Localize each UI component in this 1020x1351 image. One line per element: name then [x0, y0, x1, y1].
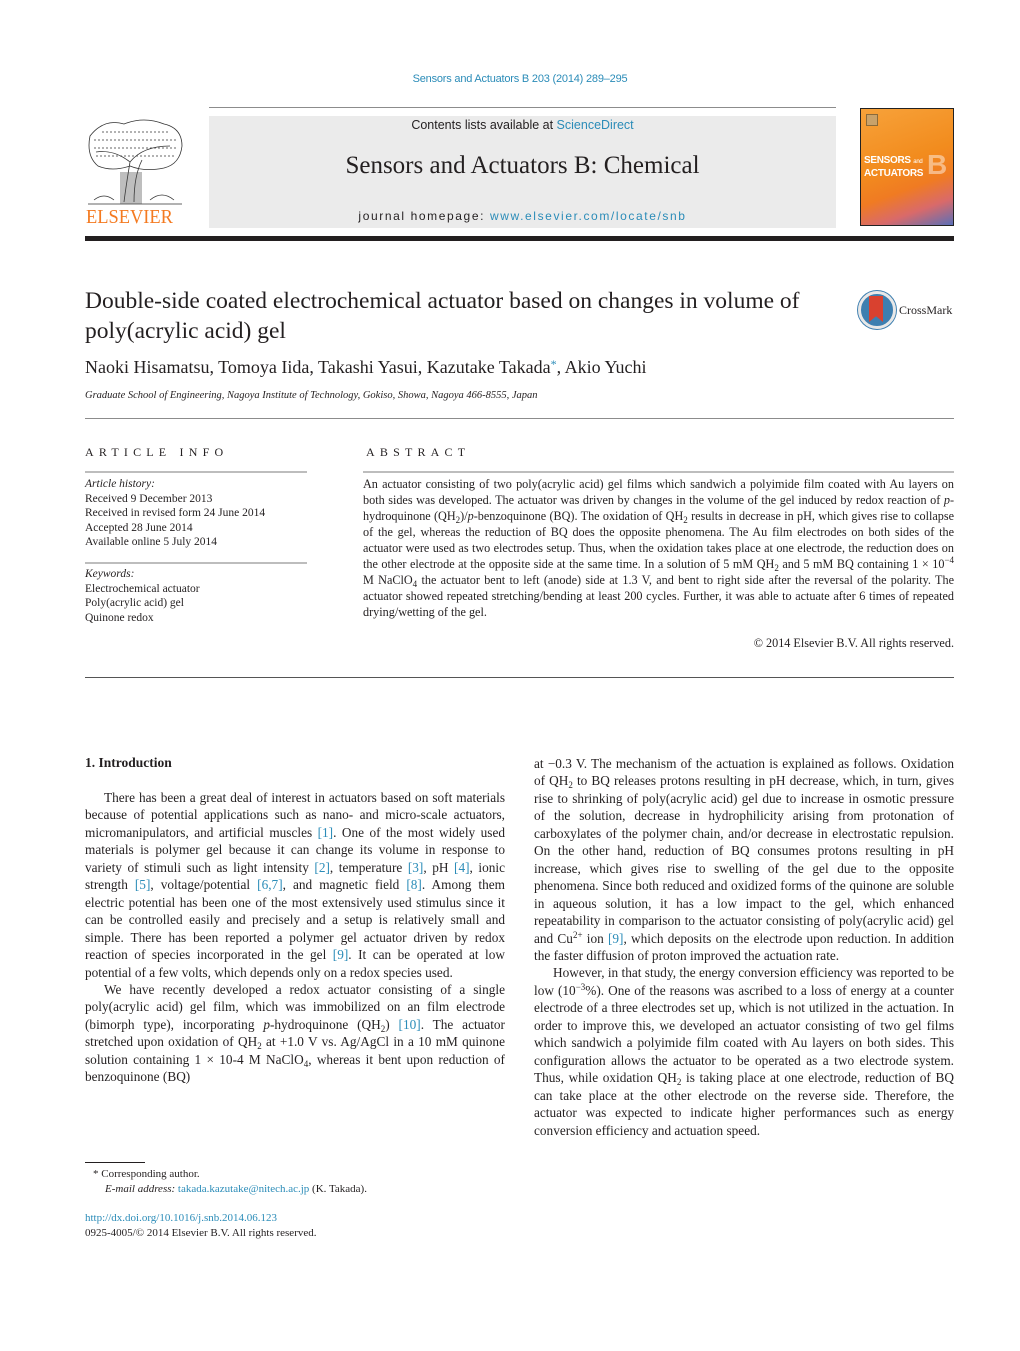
article-title: Double-side coated electrochemical actua… [85, 288, 800, 344]
abstract-rule [363, 471, 954, 473]
keyword-item: Quinone redox [85, 611, 154, 624]
header-rule [209, 107, 836, 108]
crossmark-label: CrossMark [899, 303, 953, 317]
abstract-heading: ABSTRACT [366, 445, 471, 459]
keywords-rule [85, 562, 307, 564]
history-item: Available online 5 July 2014 [85, 536, 218, 548]
article-info-heading: ARTICLE INFO [85, 445, 229, 459]
journal-masthead: Contents lists available at ScienceDirec… [209, 116, 836, 228]
journal-title: Sensors and Actuators B: Chemical [345, 152, 700, 179]
cover-title: SENSORS and ACTUATORS [864, 155, 923, 179]
text-seg: , voltage/potential [150, 877, 258, 893]
reference-link[interactable]: [1] [318, 825, 334, 840]
crossmark-button[interactable]: CrossMark [858, 291, 958, 331]
email-owner: (K. Takada). [309, 1183, 367, 1195]
keywords-label: Keywords: [85, 568, 135, 580]
corresponding-author-footnote: * Corresponding author. E-mail address: … [85, 1167, 367, 1197]
journal-citation-link[interactable]: Sensors and Actuators B 203 (2014) 289–2… [0, 73, 1020, 85]
journal-homepage: journal homepage: www.elsevier.com/locat… [209, 209, 836, 223]
cover-and: and [913, 159, 923, 165]
abstract-seg: )/ [460, 509, 468, 523]
homepage-prefix: journal homepage: [358, 209, 490, 223]
abstract-text: An actuator consisting of two poly(acryl… [363, 476, 954, 620]
abstract-seg: -benzoquinone (BQ). The oxidation of QH [473, 509, 684, 523]
email-label: E-mail address: [105, 1183, 178, 1195]
journal-homepage-link[interactable]: www.elsevier.com/locate/snb [490, 209, 687, 223]
abstract-seg: and 5 mM BQ containing 1 × 10 [778, 557, 945, 571]
abstract-sup: −4 [944, 555, 955, 565]
reference-link[interactable]: [9] [608, 931, 624, 946]
header-thick-rule [85, 236, 954, 241]
paragraph: There has been a great deal of interest … [85, 789, 505, 981]
keyword-item: Poly(acrylic acid) gel [85, 597, 184, 609]
reference-link[interactable]: [4] [454, 860, 470, 875]
keywords: Keywords: Electrochemical actuator Poly(… [85, 567, 310, 625]
text-seg: ) [385, 1016, 399, 1032]
section-heading-introduction: 1. Introduction [85, 755, 172, 770]
paragraph: at −0.3 V. The mechanism of the actuatio… [534, 755, 954, 964]
text-seg: -hydroquinone (QH [269, 1016, 381, 1032]
email-link[interactable]: takada.kazutake@nitech.ac.jp [178, 1183, 309, 1195]
sciencedirect-link[interactable]: ScienceDirect [557, 118, 634, 132]
abstract-seg: the actuator bent to left (anode) side a… [363, 573, 954, 619]
reference-link[interactable]: [8] [406, 877, 422, 892]
paragraph: However, in that study, the energy conve… [534, 964, 954, 1139]
history-item: Received in revised form 24 June 2014 [85, 507, 266, 519]
footnote-rule [85, 1162, 145, 1163]
superscript: 2+ [572, 929, 583, 940]
text-seg: , temperature [329, 859, 408, 875]
text-seg: to BQ releases protons resulting in pH d… [534, 773, 955, 946]
publisher-mini-icon [866, 114, 878, 126]
text-seg: ion [582, 930, 608, 946]
reference-link[interactable]: [2] [314, 860, 330, 875]
keyword-item: Electrochemical actuator [85, 582, 200, 595]
issn-copyright: 0925-4005/© 2014 Elsevier B.V. All right… [85, 1227, 317, 1239]
reference-link[interactable]: [9] [333, 947, 349, 962]
authors-tail: , Akio Yuchi [556, 357, 647, 377]
author-list: Naoki Hisamatsu, Tomoya Iida, Takashi Ya… [85, 357, 646, 378]
abstract-seg: M NaClO [363, 573, 413, 587]
history-item: Received 9 December 2013 [85, 492, 213, 505]
superscript: −3 [575, 981, 586, 992]
history-item: Accepted 28 June 2014 [85, 521, 193, 534]
authors-main: Naoki Hisamatsu, Tomoya Iida, Takashi Ya… [85, 357, 551, 377]
article-history: Article history: Received 9 December 201… [85, 477, 310, 550]
abstract-bottom-rule [85, 677, 954, 678]
contents-line: Contents lists available at ScienceDirec… [209, 118, 836, 132]
reference-link[interactable]: [5] [135, 877, 151, 892]
journal-cover-thumbnail[interactable]: SENSORS and ACTUATORS B [860, 108, 954, 226]
elsevier-wordmark: ELSEVIER [86, 206, 173, 228]
cover-line2: ACTUATORS [864, 168, 924, 179]
article-info-rule [85, 471, 307, 473]
email-line: E-mail address: takada.kazutake@nitech.a… [85, 1182, 367, 1197]
contents-prefix: Contents lists available at [411, 118, 557, 132]
doi-block: http://dx.doi.org/10.1016/j.snb.2014.06.… [85, 1211, 317, 1241]
reference-link[interactable]: [3] [408, 860, 424, 875]
text-seg: , and magnetic field [282, 877, 407, 893]
paragraph: We have recently developed a redox actua… [85, 981, 505, 1086]
affiliation: Graduate School of Engineering, Nagoya I… [85, 390, 538, 401]
cover-letter: B [927, 149, 948, 180]
abstract-seg: An actuator consisting of two poly(acryl… [363, 477, 954, 507]
text-seg: p [263, 1016, 270, 1032]
text-seg: , pH [423, 859, 455, 875]
cover-line1: SENSORS [864, 155, 911, 166]
body-column-right: at −0.3 V. The mechanism of the actuatio… [534, 755, 954, 1139]
reference-link[interactable]: [6,7] [257, 877, 282, 892]
abstract-copyright: © 2014 Elsevier B.V. All rights reserved… [753, 636, 954, 650]
body-column-left: There has been a great deal of interest … [85, 789, 505, 1086]
corresponding-author-label: * Corresponding author. [93, 1168, 200, 1180]
history-label: Article history: [85, 478, 155, 490]
affiliation-rule [85, 418, 954, 419]
doi-link[interactable]: http://dx.doi.org/10.1016/j.snb.2014.06.… [85, 1212, 277, 1224]
reference-link[interactable]: [10] [399, 1017, 421, 1032]
